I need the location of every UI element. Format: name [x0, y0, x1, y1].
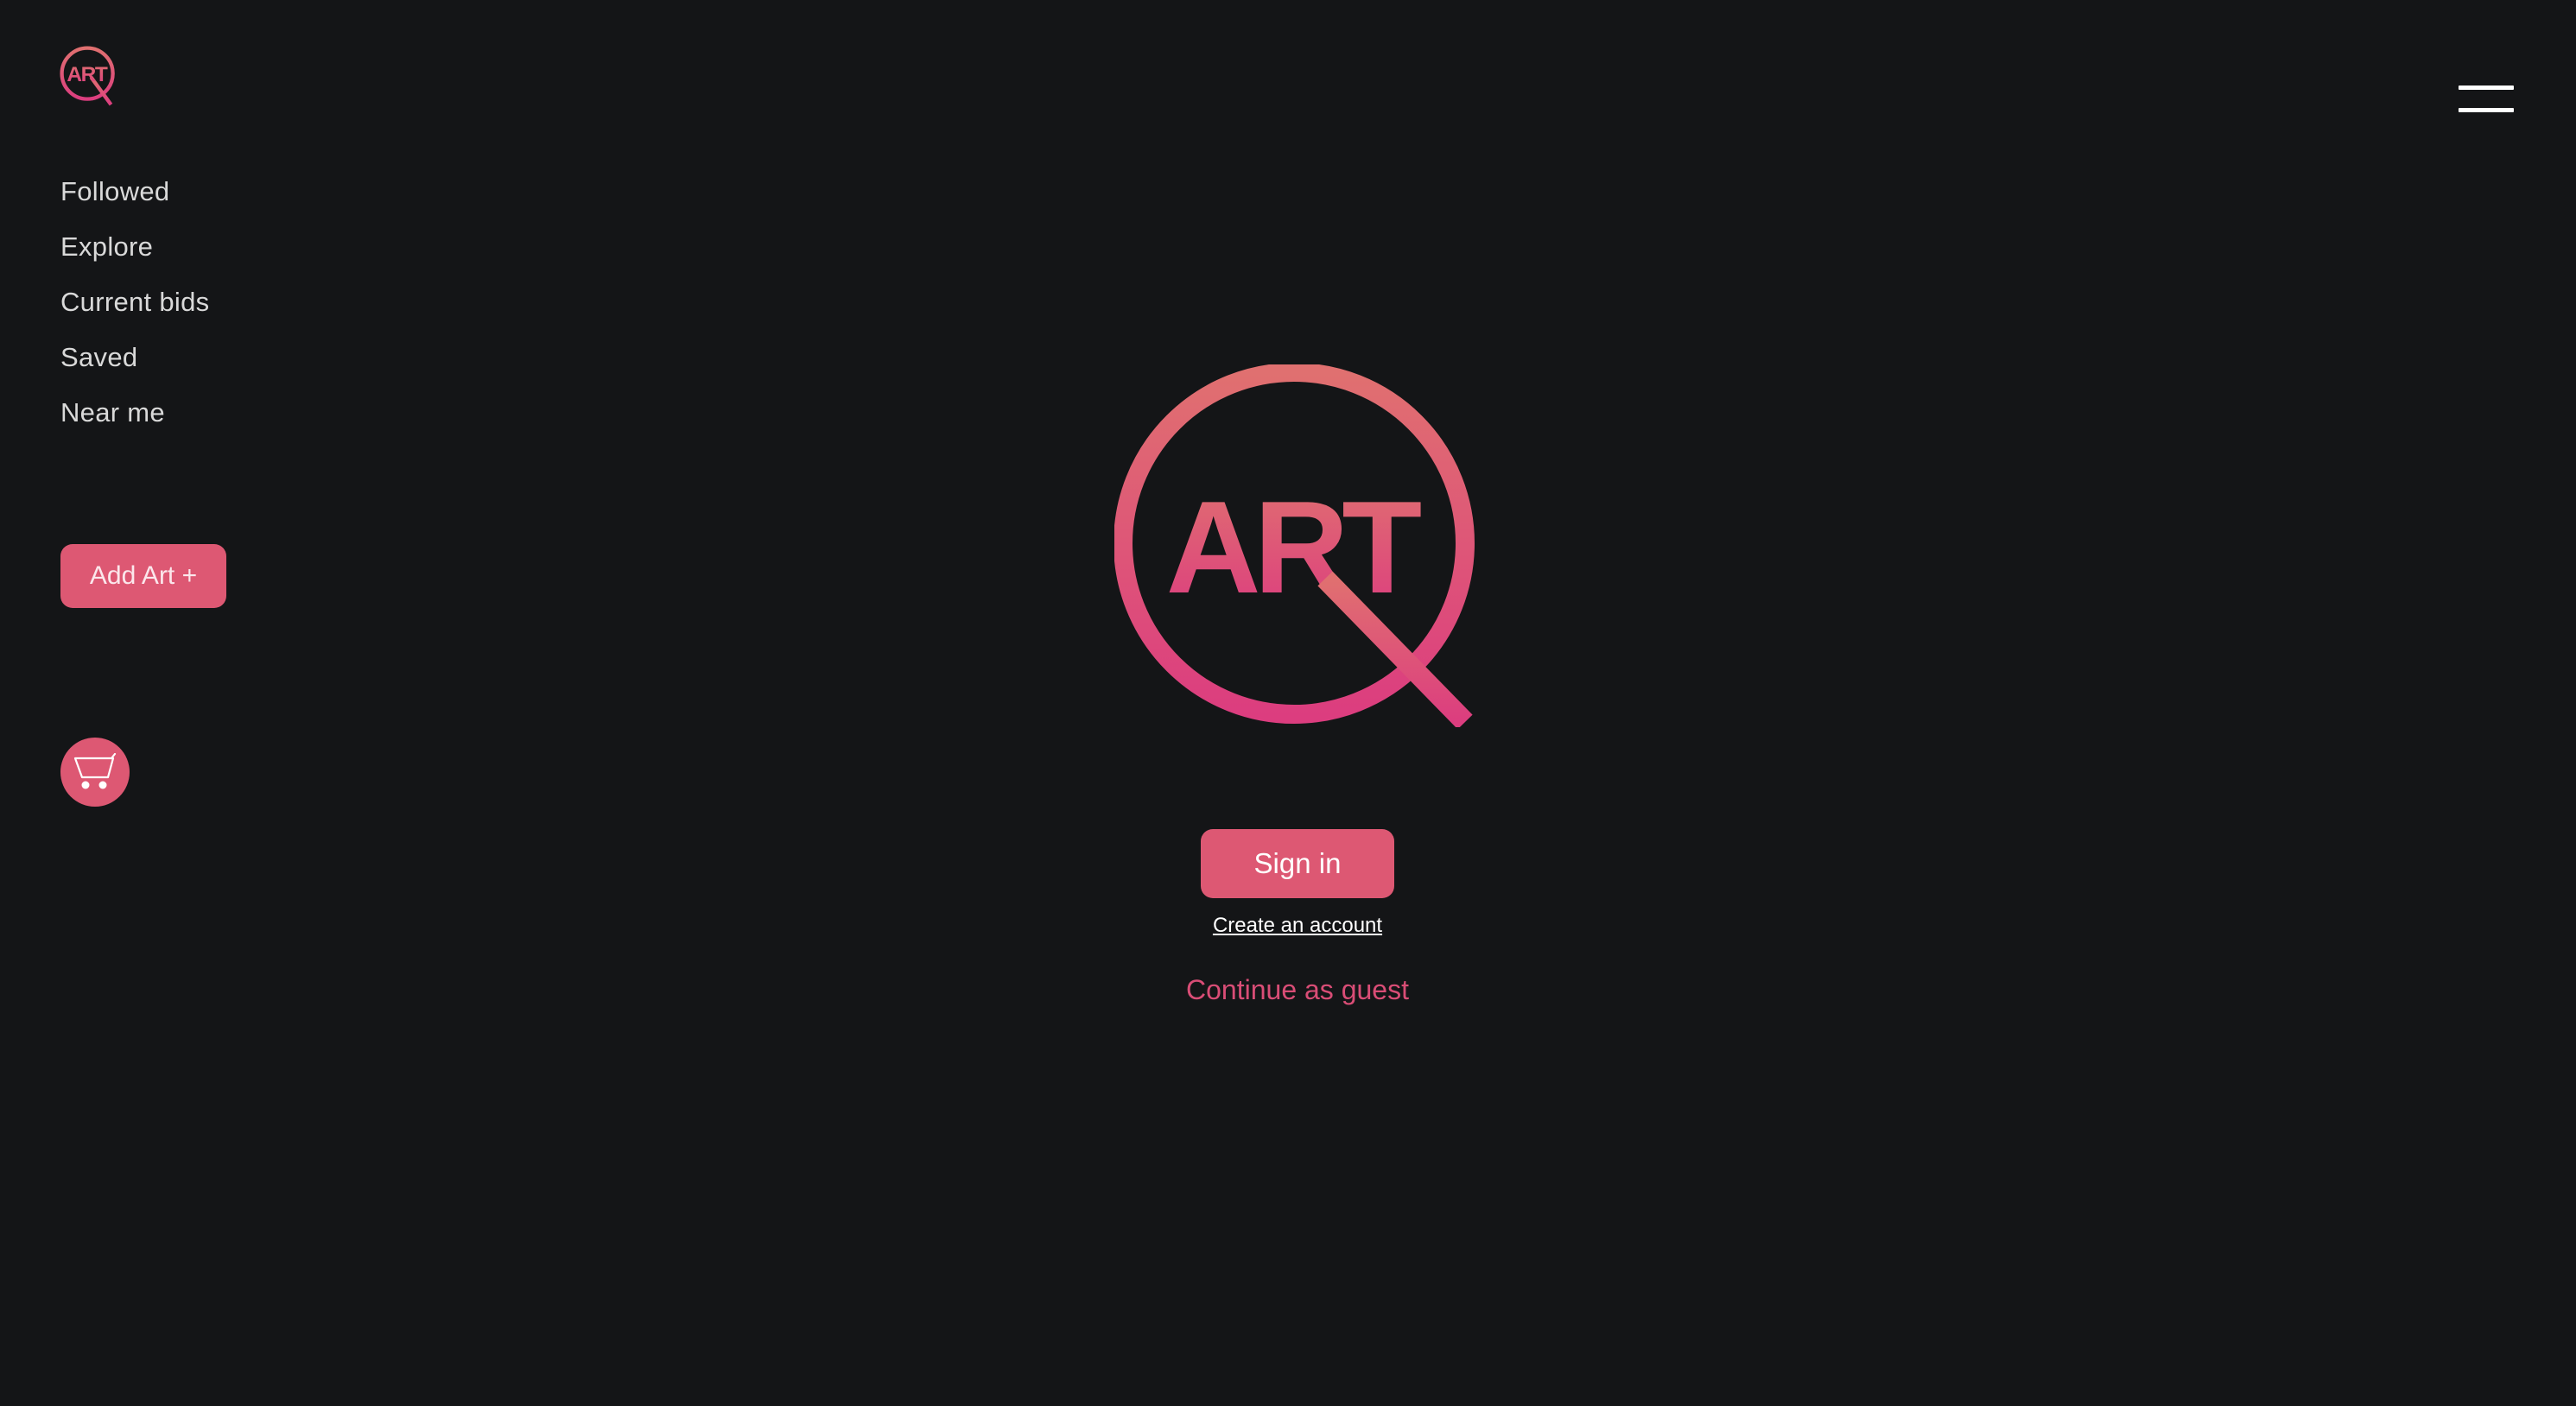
- sidebar-item-followed[interactable]: Followed: [60, 169, 209, 225]
- sidebar-item-explore[interactable]: Explore: [60, 225, 209, 280]
- sidebar-nav: Followed Explore Current bids Saved Near…: [60, 169, 209, 446]
- svg-text:ART: ART: [67, 63, 107, 86]
- art-logo-icon: ART: [60, 46, 115, 106]
- create-account-link[interactable]: Create an account: [1123, 914, 1472, 938]
- app-page: ART Followed Explore Current bids Saved …: [0, 0, 2576, 1406]
- art-logo-icon: ART: [1114, 363, 1475, 730]
- menu-line: [2459, 108, 2514, 112]
- sign-in-button[interactable]: Sign in: [1201, 829, 1394, 898]
- continue-as-guest-link[interactable]: Continue as guest: [1123, 974, 1472, 1006]
- hamburger-menu-icon[interactable]: [2459, 83, 2514, 114]
- cart-icon: [73, 753, 117, 789]
- sidebar-item-current-bids[interactable]: Current bids: [60, 280, 209, 335]
- brand-logo: ART: [1114, 363, 1477, 730]
- add-art-button[interactable]: Add Art +: [60, 544, 226, 608]
- sidebar-item-near-me[interactable]: Near me: [60, 390, 209, 446]
- menu-line: [2459, 86, 2514, 90]
- home-logo[interactable]: ART: [59, 45, 121, 107]
- cart-button[interactable]: [60, 738, 130, 807]
- svg-text:ART: ART: [1166, 474, 1422, 621]
- sidebar-item-saved[interactable]: Saved: [60, 335, 209, 390]
